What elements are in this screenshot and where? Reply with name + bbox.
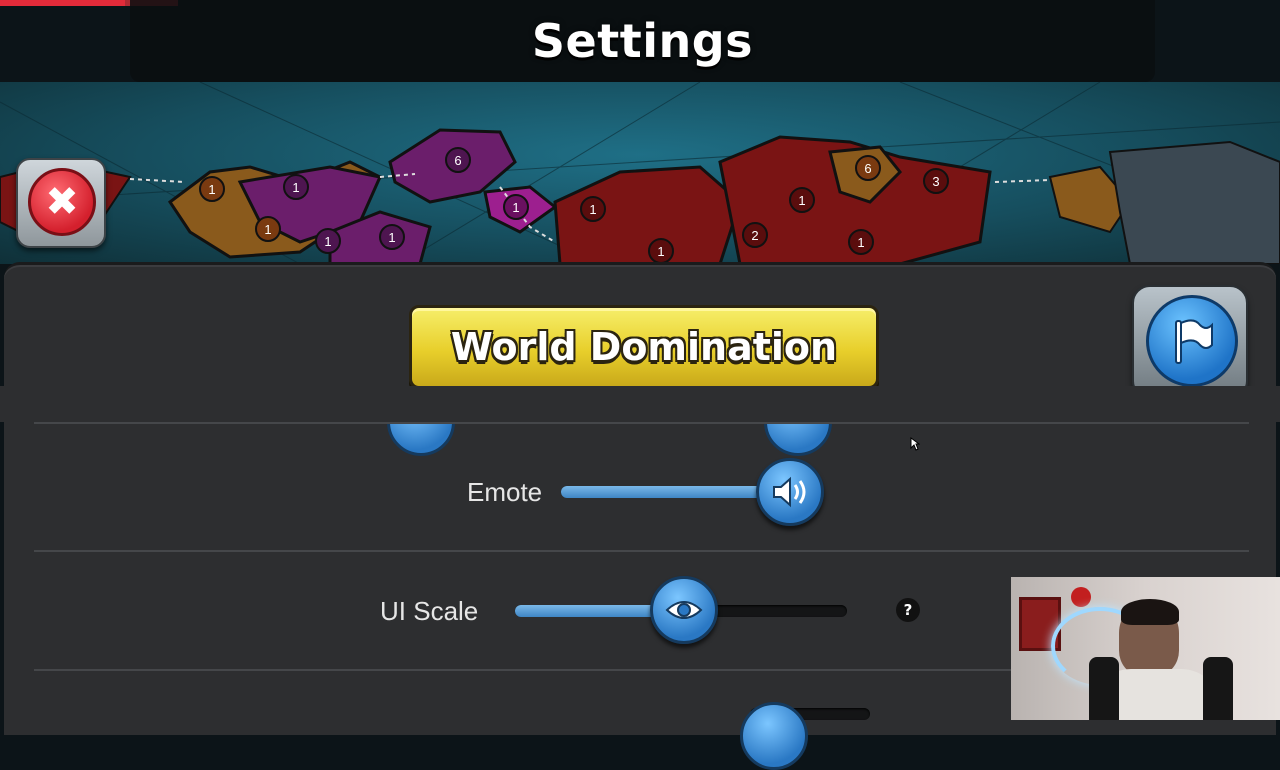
ui-scale-slider-fill [515, 605, 665, 617]
troop-count: 1 [324, 233, 332, 249]
troop-count: 1 [264, 221, 272, 237]
troop-count: 1 [208, 181, 216, 197]
mouse-cursor-icon [910, 437, 920, 451]
troop-marker[interactable]: 1 [848, 229, 874, 255]
ui-scale-slider-handle[interactable] [650, 576, 718, 644]
troop-count: 2 [751, 227, 759, 243]
troop-marker[interactable]: 3 [923, 168, 949, 194]
troop-marker[interactable]: 1 [283, 174, 309, 200]
emote-label: Emote [467, 477, 543, 507]
flag-icon [1146, 295, 1238, 387]
troop-count: 1 [589, 201, 597, 217]
surrender-flag-button[interactable] [1132, 285, 1248, 399]
emote-slider-track[interactable] [561, 486, 789, 498]
troop-count: 1 [657, 243, 665, 259]
troop-count: 6 [864, 160, 872, 176]
divider [34, 422, 1249, 424]
troop-count: 1 [388, 229, 396, 245]
world-map[interactable]: 1 1 1 1 1 1 6 1 1 1 2 1 6 3 [0, 82, 1280, 264]
scroll-mask [0, 386, 1280, 422]
troop-count: 1 [292, 179, 300, 195]
person-hair [1121, 599, 1179, 625]
troop-count: 1 [512, 199, 520, 215]
slider-knob[interactable] [740, 702, 808, 770]
troop-marker[interactable]: 1 [199, 176, 225, 202]
troop-marker[interactable]: 1 [580, 196, 606, 222]
troop-marker[interactable]: 1 [379, 224, 405, 250]
troop-count: 1 [798, 192, 806, 208]
game-mode-label: World Domination [450, 325, 838, 369]
emote-slider-fill [561, 486, 789, 498]
chair [1089, 657, 1119, 720]
close-button[interactable]: ✖ [16, 158, 106, 248]
troop-marker[interactable]: 2 [742, 222, 768, 248]
page-title: Settings [531, 14, 754, 68]
webcam-overlay [1011, 577, 1280, 720]
troop-marker[interactable]: 1 [789, 187, 815, 213]
troop-marker[interactable]: 1 [503, 194, 529, 220]
title-bar: Settings [130, 0, 1155, 82]
ui-scale-help-icon[interactable]: ? [896, 598, 920, 622]
divider [34, 550, 1249, 552]
close-icon: ✖ [28, 168, 96, 236]
speaker-icon [773, 476, 806, 508]
troop-count: 6 [454, 152, 462, 168]
chair [1203, 657, 1233, 720]
game-mode-banner: World Domination [409, 305, 879, 389]
troop-count: 3 [932, 173, 940, 189]
troop-marker[interactable]: 6 [855, 155, 881, 181]
troop-marker[interactable]: 1 [315, 228, 341, 254]
map-graphic [0, 82, 1280, 264]
troop-marker[interactable]: 1 [255, 216, 281, 242]
emote-slider-handle[interactable] [756, 458, 824, 526]
troop-marker[interactable]: 6 [445, 147, 471, 173]
ui-scale-label: UI Scale [380, 596, 479, 626]
eye-icon [665, 601, 703, 619]
troop-count: 1 [857, 234, 865, 250]
wall-clock [1071, 587, 1091, 607]
troop-marker[interactable]: 1 [648, 238, 674, 264]
